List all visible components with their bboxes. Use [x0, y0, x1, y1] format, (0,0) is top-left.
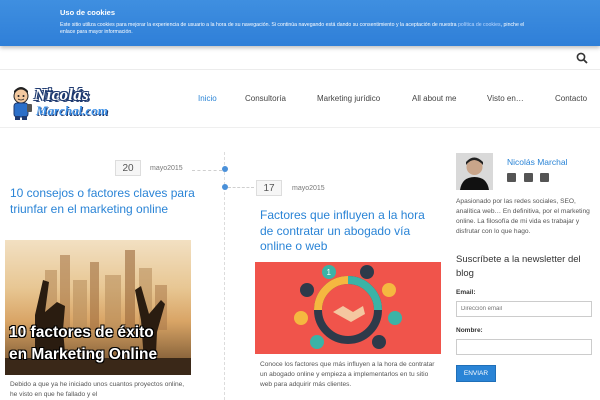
nav-item-all-about-me[interactable]: All about me — [412, 94, 456, 103]
search-icon[interactable] — [576, 52, 588, 64]
svg-text:1: 1 — [327, 268, 332, 277]
top-bar — [0, 46, 600, 70]
cookie-title: Uso de cookies — [60, 8, 116, 17]
cookie-banner: Uso de cookies Este sitio utiliza cookie… — [0, 0, 600, 46]
email-input[interactable] — [456, 301, 592, 317]
timeline-dot — [222, 166, 228, 172]
nav-item-marketing-juridico[interactable]: Marketing jurídico — [317, 94, 380, 103]
nav-item-inicio[interactable]: Inicio — [198, 94, 217, 103]
author-name[interactable]: Nicolás Marchal — [507, 157, 567, 167]
cookie-text: Este sitio utiliza cookies para mejorar … — [60, 22, 525, 35]
post-date-day: 20 — [115, 160, 141, 176]
name-input[interactable] — [456, 339, 592, 355]
nav-item-visto-en[interactable]: Visto en… — [487, 94, 524, 103]
image-caption-2: en Marketing Online — [9, 346, 158, 363]
author-bio: Apasionado por las redes sociales, SEO, … — [456, 198, 590, 235]
main-nav: Inicio Consultoría Marketing jurídico Al… — [0, 94, 600, 110]
twitter-icon[interactable] — [540, 173, 549, 182]
newsletter-title: Suscríbete a la newsletter del blog — [456, 254, 581, 279]
post-title[interactable]: Factores que influyen a la hora de contr… — [260, 208, 440, 255]
post-image[interactable]: 1 — [255, 262, 441, 354]
image-caption-1: 10 factores de éxito — [9, 324, 154, 341]
email-icon[interactable] — [507, 173, 516, 182]
post-excerpt: Conoce los factores que más influyen a l… — [260, 361, 435, 388]
cookie-policy-link[interactable]: política de cookies — [458, 22, 501, 28]
timeline-dot — [222, 184, 228, 190]
timeline-connector — [228, 187, 254, 188]
post-date-day: 17 — [256, 180, 282, 196]
email-label: Email: — [456, 289, 476, 296]
site-header: Nicolás Marchal.com Inicio Consultoría M… — [0, 70, 600, 128]
post-date-month: mayo2015 — [292, 185, 325, 192]
timeline-connector — [192, 170, 222, 171]
post-excerpt: Debido a que ya he iniciado unos cuantos… — [10, 381, 185, 398]
author-avatar — [456, 153, 493, 190]
google-plus-icon[interactable] — [524, 173, 533, 182]
nav-item-contacto[interactable]: Contacto — [555, 94, 587, 103]
subscribe-button[interactable]: ENVIAR — [456, 365, 496, 382]
post-image[interactable]: 10 factores de éxito en Marketing Online — [5, 240, 191, 375]
handshake-illustration: 1 — [294, 265, 402, 349]
post-title[interactable]: 10 consejos o factores claves para triun… — [10, 186, 200, 217]
post-date-month: mayo2015 — [150, 165, 183, 172]
nav-item-consultoria[interactable]: Consultoría — [245, 94, 286, 103]
name-label: Nombre: — [456, 327, 483, 334]
